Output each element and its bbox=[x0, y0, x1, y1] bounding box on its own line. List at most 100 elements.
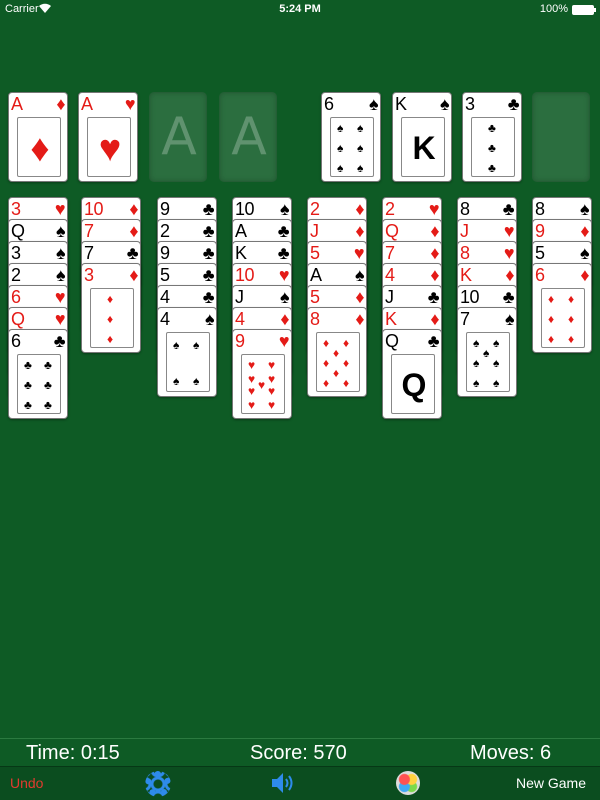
card-rank: J bbox=[460, 221, 469, 241]
new-game-button[interactable]: New Game bbox=[516, 775, 586, 791]
card-suit-icon: ♥ bbox=[54, 287, 66, 307]
pip-icon: ♠ bbox=[493, 376, 500, 390]
card-rank: 2 bbox=[160, 221, 170, 241]
foundation-slot[interactable]: A bbox=[219, 92, 277, 182]
pip-icon: ♠ bbox=[473, 336, 480, 350]
card-rank: 3 bbox=[11, 243, 21, 263]
pip-icon: ♦ bbox=[323, 336, 330, 350]
card-corner: 2 ♠ bbox=[11, 265, 67, 285]
game-center-icon[interactable] bbox=[396, 771, 420, 795]
pip-icon: ♠ bbox=[173, 338, 180, 352]
pip-icon: ♦ bbox=[333, 346, 340, 360]
moves-display: Moves: 6 bbox=[470, 742, 552, 764]
card-rank: A bbox=[310, 265, 322, 285]
pip-icon: ♦ bbox=[323, 376, 330, 390]
pip-icon: ♦ bbox=[333, 366, 340, 380]
tableau-card[interactable]: 4 ♠ ♠ ♠ ♠ ♠ bbox=[157, 307, 217, 397]
card-corner: 10 ♠ bbox=[235, 199, 291, 219]
speaker-icon[interactable] bbox=[270, 770, 294, 800]
card-corner: 5 ♠ bbox=[535, 243, 591, 263]
card-corner: J ♥ bbox=[460, 221, 516, 241]
card-suit-icon: ♥ bbox=[503, 243, 515, 263]
card-suit-icon: ♣ bbox=[502, 287, 515, 307]
card-suit-icon: ♦ bbox=[430, 243, 439, 263]
card-corner: 10 ♦ bbox=[84, 199, 140, 219]
pip-icon: ♥ bbox=[248, 398, 256, 412]
card-rank: 3 bbox=[84, 265, 94, 285]
pip-icon: ♠ bbox=[337, 161, 344, 175]
card-rank: 7 bbox=[460, 309, 470, 329]
free-cell-card[interactable]: 6 ♠ ♠ ♠ ♠ ♠ ♠ ♠ bbox=[321, 92, 381, 182]
foundation-slot[interactable]: A bbox=[149, 92, 207, 182]
card-face: ♦ ♦ ♦ bbox=[90, 288, 134, 348]
card-suit-icon: ♣ bbox=[53, 331, 66, 351]
tableau-card[interactable]: 8 ♦ ♦ ♦ ♦ ♦ ♦ ♦ ♦ ♦ bbox=[307, 307, 367, 397]
card-corner: 3 ♦ bbox=[84, 265, 140, 285]
card-corner: K ♦ bbox=[460, 265, 516, 285]
card-rank: 5 bbox=[160, 265, 170, 285]
card-suit-icon: ♥ bbox=[54, 309, 66, 329]
card-rank: 7 bbox=[84, 243, 94, 263]
toolbar: Undo New Game bbox=[0, 766, 600, 800]
foundation-card[interactable]: A ♥ ♥ bbox=[78, 92, 138, 182]
pip-icon: ♦ bbox=[568, 312, 575, 326]
card-face: ♦ ♦ ♦ ♦ ♦ ♦ bbox=[541, 288, 585, 348]
pip-icon: ♠ bbox=[493, 356, 500, 370]
card-suit-icon: ♠ bbox=[55, 221, 66, 241]
pip-icon: ♣ bbox=[488, 161, 496, 175]
pip-icon: ♣ bbox=[488, 121, 496, 135]
card-rank: 8 bbox=[460, 199, 470, 219]
card-rank: 6 bbox=[11, 287, 21, 307]
tableau-card[interactable]: 6 ♣ ♣ ♣ ♣ ♣ ♣ ♣ bbox=[8, 329, 68, 419]
card-rank: 4 bbox=[235, 309, 245, 329]
card-rank: Q bbox=[385, 221, 399, 241]
card-rank: 10 bbox=[460, 287, 480, 307]
card-suit-icon: ♠ bbox=[204, 309, 215, 329]
card-face: ♠ ♠ ♠ ♠ ♠ ♠ ♠ bbox=[466, 332, 510, 392]
card-rank: A bbox=[81, 94, 93, 114]
card-corner: 3 ♠ bbox=[11, 243, 67, 263]
free-cell-card[interactable]: K ♠ K bbox=[392, 92, 452, 182]
free-cell-card[interactable]: 3 ♣ ♣ ♣ ♣ bbox=[462, 92, 522, 182]
card-rank: 6 bbox=[11, 331, 21, 351]
gear-icon[interactable] bbox=[145, 771, 171, 797]
tableau-card[interactable]: 3 ♦ ♦ ♦ ♦ bbox=[81, 263, 141, 353]
card-suit-icon: ♥ bbox=[98, 128, 122, 170]
tableau-card[interactable]: 9 ♥ ♥ ♥ ♥ ♥ ♥ ♥ ♥ ♥ ♥ bbox=[232, 329, 292, 419]
card-corner: 9 ♣ bbox=[160, 243, 216, 263]
pip-icon: ♦ bbox=[568, 292, 575, 306]
foundation-placeholder-label: A bbox=[161, 107, 197, 167]
pip-icon: ♣ bbox=[44, 398, 52, 412]
pip-icon: ♥ bbox=[248, 384, 256, 398]
card-corner: 9 ♥ bbox=[235, 331, 291, 351]
pip-icon: ♦ bbox=[343, 336, 350, 350]
tableau-card[interactable]: Q ♣ Q bbox=[382, 329, 442, 419]
card-corner: 2 ♦ bbox=[310, 199, 366, 219]
card-suit-icon: ♣ bbox=[427, 331, 440, 351]
undo-button[interactable]: Undo bbox=[10, 775, 43, 791]
card-face: Q bbox=[391, 354, 435, 414]
card-corner: 4 ♠ bbox=[160, 309, 216, 329]
pip-icon: ♦ bbox=[548, 292, 555, 306]
card-rank: 5 bbox=[535, 243, 545, 263]
foundation-card[interactable]: A ♦ ♦ bbox=[8, 92, 68, 182]
card-suit-icon: ♠ bbox=[504, 309, 515, 329]
free-cell-slot[interactable] bbox=[532, 92, 590, 182]
card-corner: K ♣ bbox=[235, 243, 291, 263]
tableau-card[interactable]: 6 ♦ ♦ ♦ ♦ ♦ ♦ ♦ bbox=[532, 263, 592, 353]
pip-icon: ♣ bbox=[24, 398, 32, 412]
card-face: ♦ bbox=[17, 117, 61, 177]
face-letter: K bbox=[412, 130, 436, 166]
card-suit-icon: ♦ bbox=[56, 94, 65, 114]
pip-icon: ♥ bbox=[268, 358, 276, 372]
card-rank: 9 bbox=[235, 331, 245, 351]
card-corner: A ♦ bbox=[11, 94, 67, 114]
tableau-card[interactable]: 7 ♠ ♠ ♠ ♠ ♠ ♠ ♠ ♠ bbox=[457, 307, 517, 397]
card-suit-icon: ♦ bbox=[355, 309, 364, 329]
card-corner: J ♠ bbox=[235, 287, 291, 307]
card-corner: 7 ♣ bbox=[84, 243, 140, 263]
pip-icon: ♠ bbox=[493, 336, 500, 350]
card-face: K bbox=[401, 117, 445, 177]
pip-icon: ♠ bbox=[473, 356, 480, 370]
card-rank: 9 bbox=[160, 243, 170, 263]
